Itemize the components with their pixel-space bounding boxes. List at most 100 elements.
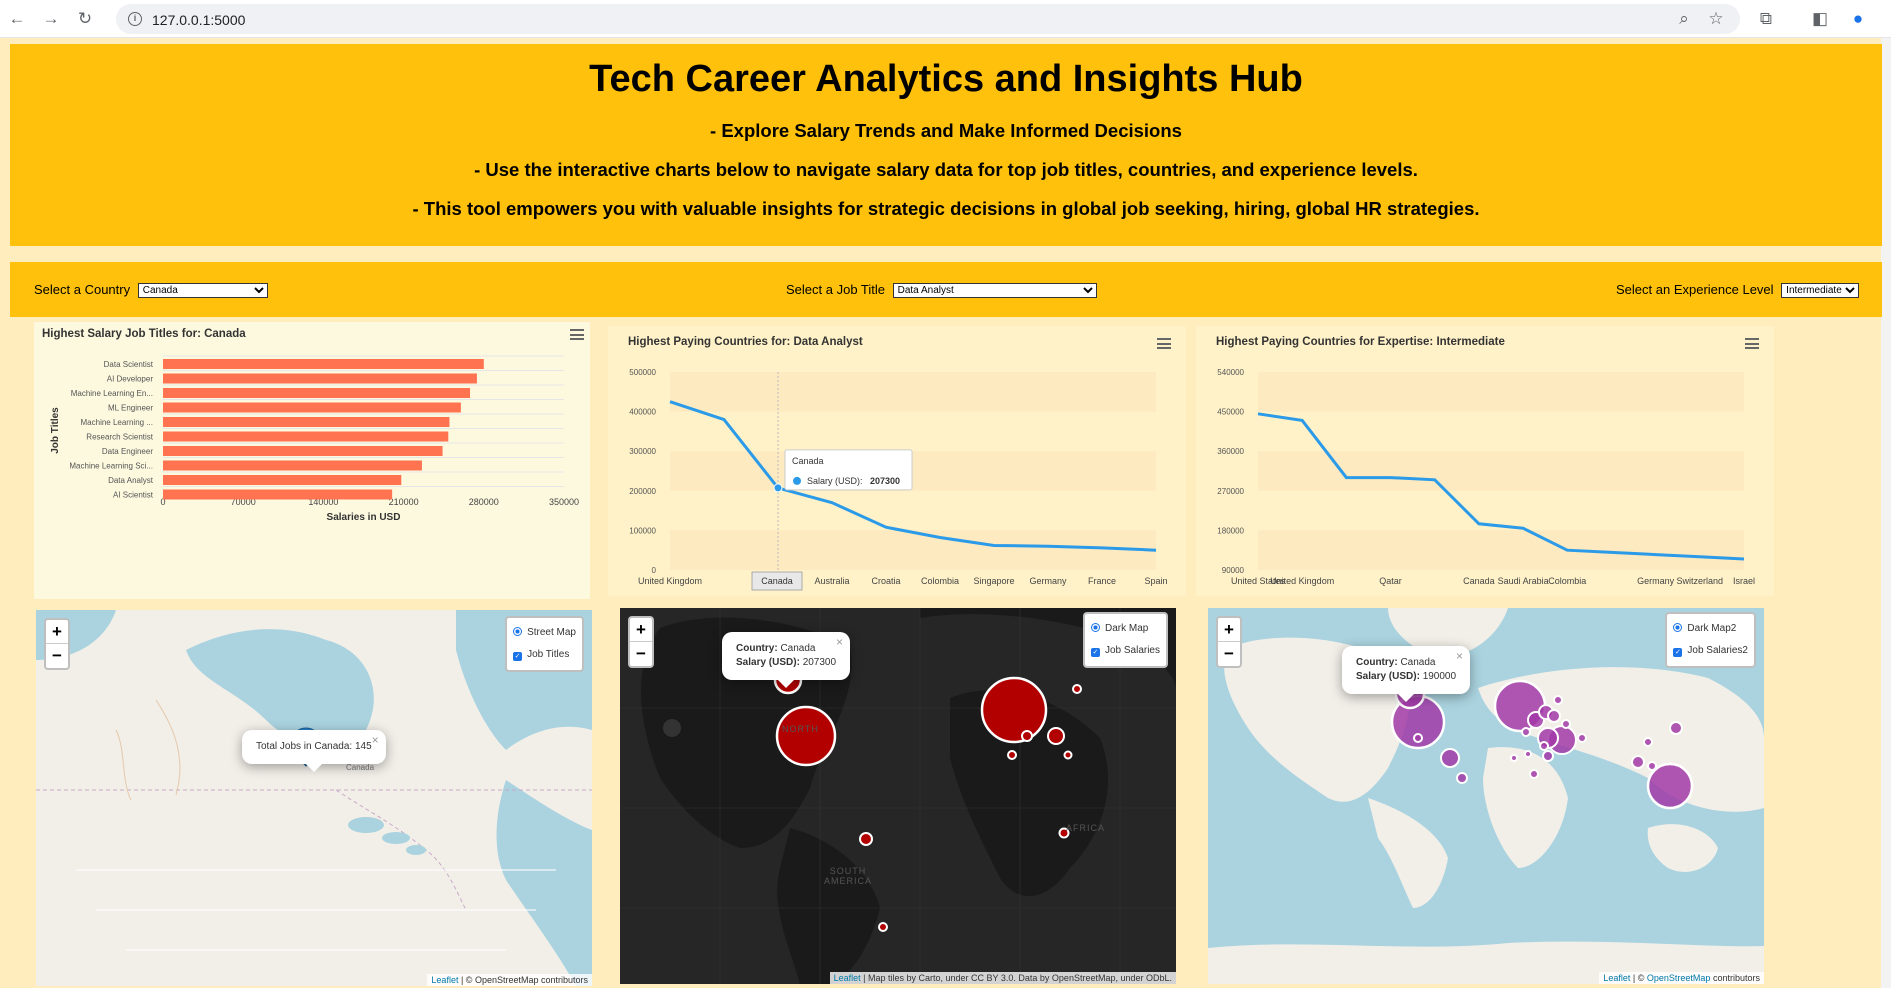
zoom-in-button[interactable]: + — [630, 618, 652, 642]
header-line-1: - Explore Salary Trends and Make Informe… — [710, 120, 1182, 141]
extensions-icon[interactable]: ⧉ — [1756, 9, 1776, 29]
experience-select[interactable]: Intermediate — [1781, 283, 1860, 299]
bar — [163, 373, 477, 384]
salary-marker-usa — [775, 705, 837, 767]
x-tick-label: Germany — [1029, 576, 1067, 586]
tooltip-label: Salary (USD): — [807, 476, 863, 486]
y-tick-label: 400000 — [629, 408, 656, 417]
line-chart-2: 90000 180000 270000 360000 450000 540000 Unite… — [1217, 368, 1755, 586]
layer-option-dark[interactable]: Dark Map — [1090, 618, 1160, 640]
x-tick-label: United Kingdom — [638, 576, 702, 586]
plot-band — [1258, 372, 1744, 412]
x-tick-label: Colombia — [1548, 576, 1586, 586]
layer-option-salaries2[interactable]: ✓ Job Salaries2 — [1673, 640, 1748, 662]
country-select[interactable]: Canada — [137, 283, 268, 299]
osm-link[interactable]: OpenStreetMap — [1647, 973, 1711, 983]
x-axis-label: Salaries in USD — [327, 512, 401, 523]
hover-point — [773, 483, 783, 493]
x-tick-label: 350000 — [549, 497, 579, 507]
dark-map[interactable]: NORTH SOUTH AMERICA AFRICA + − Dark Map ✓… — [620, 608, 1176, 984]
job-title-select[interactable]: Data Analyst — [892, 283, 1097, 299]
bar — [163, 446, 443, 456]
bar-chart: 0 70000 140000 210000 280000 350000Data Scien… — [50, 355, 579, 523]
layer-control: Dark Map2 ✓ Job Salaries2 — [1665, 612, 1756, 668]
leaflet-link[interactable]: Leaflet — [1603, 973, 1630, 983]
experience-label: Select an Experience Level — [1616, 282, 1774, 297]
y-tick-label: 450000 — [1217, 408, 1244, 417]
canada-map-label: Canada — [346, 763, 375, 772]
leaflet-link[interactable]: Leaflet — [834, 973, 861, 983]
y-tick-label: 100000 — [629, 526, 656, 535]
zoom-icon[interactable]: ⌕ — [1674, 9, 1694, 29]
salary-marker-uk — [980, 676, 1048, 744]
checkbox-icon: ✓ — [1673, 648, 1683, 657]
y-tick-label: 270000 — [1217, 487, 1244, 496]
zoom-out-button[interactable]: − — [630, 642, 652, 666]
y-tick-label: 200000 — [629, 487, 656, 496]
zoom-in-button[interactable]: + — [46, 620, 68, 644]
y-tick-label: 500000 — [629, 368, 656, 377]
forward-arrow-icon[interactable]: → — [40, 8, 62, 30]
layer-option-street[interactable]: Street Map — [513, 622, 576, 644]
x-tick-label: Israel — [1733, 576, 1755, 586]
country-label: Select a Country — [34, 282, 131, 297]
leaflet-link[interactable]: Leaflet — [431, 975, 458, 985]
bar — [163, 431, 449, 442]
filter-bar: Select a Country Canada Select a Job Tit… — [10, 262, 1882, 317]
back-arrow-icon[interactable]: ← — [6, 8, 28, 30]
category-label: AI Developer — [107, 375, 154, 384]
category-label: Machine Learning Sci... — [69, 462, 153, 471]
profile-icon[interactable]: ● — [1848, 9, 1868, 29]
zoom-in-button[interactable]: + — [1218, 618, 1240, 642]
checkbox-icon: ✓ — [1090, 648, 1100, 657]
north-america-label: NORTH — [782, 724, 819, 734]
reload-icon[interactable]: ↻ — [74, 8, 96, 30]
category-label: Data Scientist — [104, 360, 154, 369]
zoom-control: + − — [1216, 616, 1242, 668]
bar — [163, 475, 402, 485]
address-bar[interactable]: i 127.0.0.1:5000 — [116, 4, 1740, 34]
x-tick-label: Canada — [1463, 576, 1495, 586]
bar — [163, 359, 484, 369]
x-tick-label: Qatar — [1379, 576, 1402, 586]
side-panel-icon[interactable]: ◧ — [1810, 9, 1830, 29]
site-info-icon[interactable]: i — [128, 12, 142, 26]
experience-control: Select an Experience Level Intermediate — [1616, 282, 1860, 299]
page-title: Tech Career Analytics and Insights Hub — [589, 58, 1303, 100]
popup-close-icon[interactable]: × — [1456, 649, 1463, 663]
x-tick-label: Australia — [814, 576, 849, 586]
line-chart-1-panel: Highest Paying Countries for: Data Analy… — [608, 326, 1186, 596]
page-scrollbar[interactable] — [1881, 38, 1891, 988]
y-axis-label: Job Titles — [50, 407, 61, 454]
bar — [163, 388, 471, 398]
map-popup: × Total Jobs in Canada: 145 — [242, 730, 386, 772]
world-map[interactable]: + − Dark Map2 ✓ Job Salaries2 × Country: C… — [1208, 608, 1764, 984]
y-tick-label: 300000 — [629, 447, 656, 456]
x-tick-label: 210000 — [389, 497, 419, 507]
y-tick-label: 90000 — [1222, 566, 1245, 575]
popup-close-icon[interactable]: × — [836, 635, 843, 649]
bar — [163, 489, 393, 500]
y-tick-label: 0 — [652, 566, 657, 575]
header-line-2: - Use the interactive charts below to na… — [474, 159, 1418, 180]
category-label: Data Engineer — [102, 447, 153, 456]
category-label: Research Scientist — [86, 433, 153, 442]
radio-icon — [1090, 623, 1100, 632]
x-tick-label: Colombia — [921, 576, 959, 586]
zoom-out-button[interactable]: − — [46, 644, 68, 668]
map-popup: × Country: Canada Salary (USD): 190000 — [1342, 646, 1471, 702]
street-map[interactable]: Canada + − Street Map ✓ Job Titles × Total… — [36, 610, 592, 986]
x-tick-label: United Kingdom — [1270, 576, 1334, 586]
layer-option-jobs[interactable]: ✓ Job Titles — [513, 644, 576, 666]
bookmark-star-icon[interactable]: ☆ — [1706, 9, 1726, 29]
map-attribution: Leaflet | Map tiles by Carto, under CC B… — [829, 972, 1176, 984]
bar — [163, 460, 422, 471]
bar-chart-panel: Highest Salary Job Titles for: Canada 07… — [34, 322, 590, 599]
zoom-out-button[interactable]: − — [1218, 642, 1240, 666]
map-popup: × Country: Canada Salary (USD): 207300 — [722, 632, 851, 688]
layer-option-salaries[interactable]: ✓ Job Salaries — [1090, 640, 1160, 662]
header-line-3: - This tool empowers you with valuable i… — [412, 198, 1480, 219]
popup-close-icon[interactable]: × — [372, 733, 379, 747]
plot-band — [670, 530, 1156, 570]
layer-option-dark2[interactable]: Dark Map2 — [1673, 618, 1748, 640]
